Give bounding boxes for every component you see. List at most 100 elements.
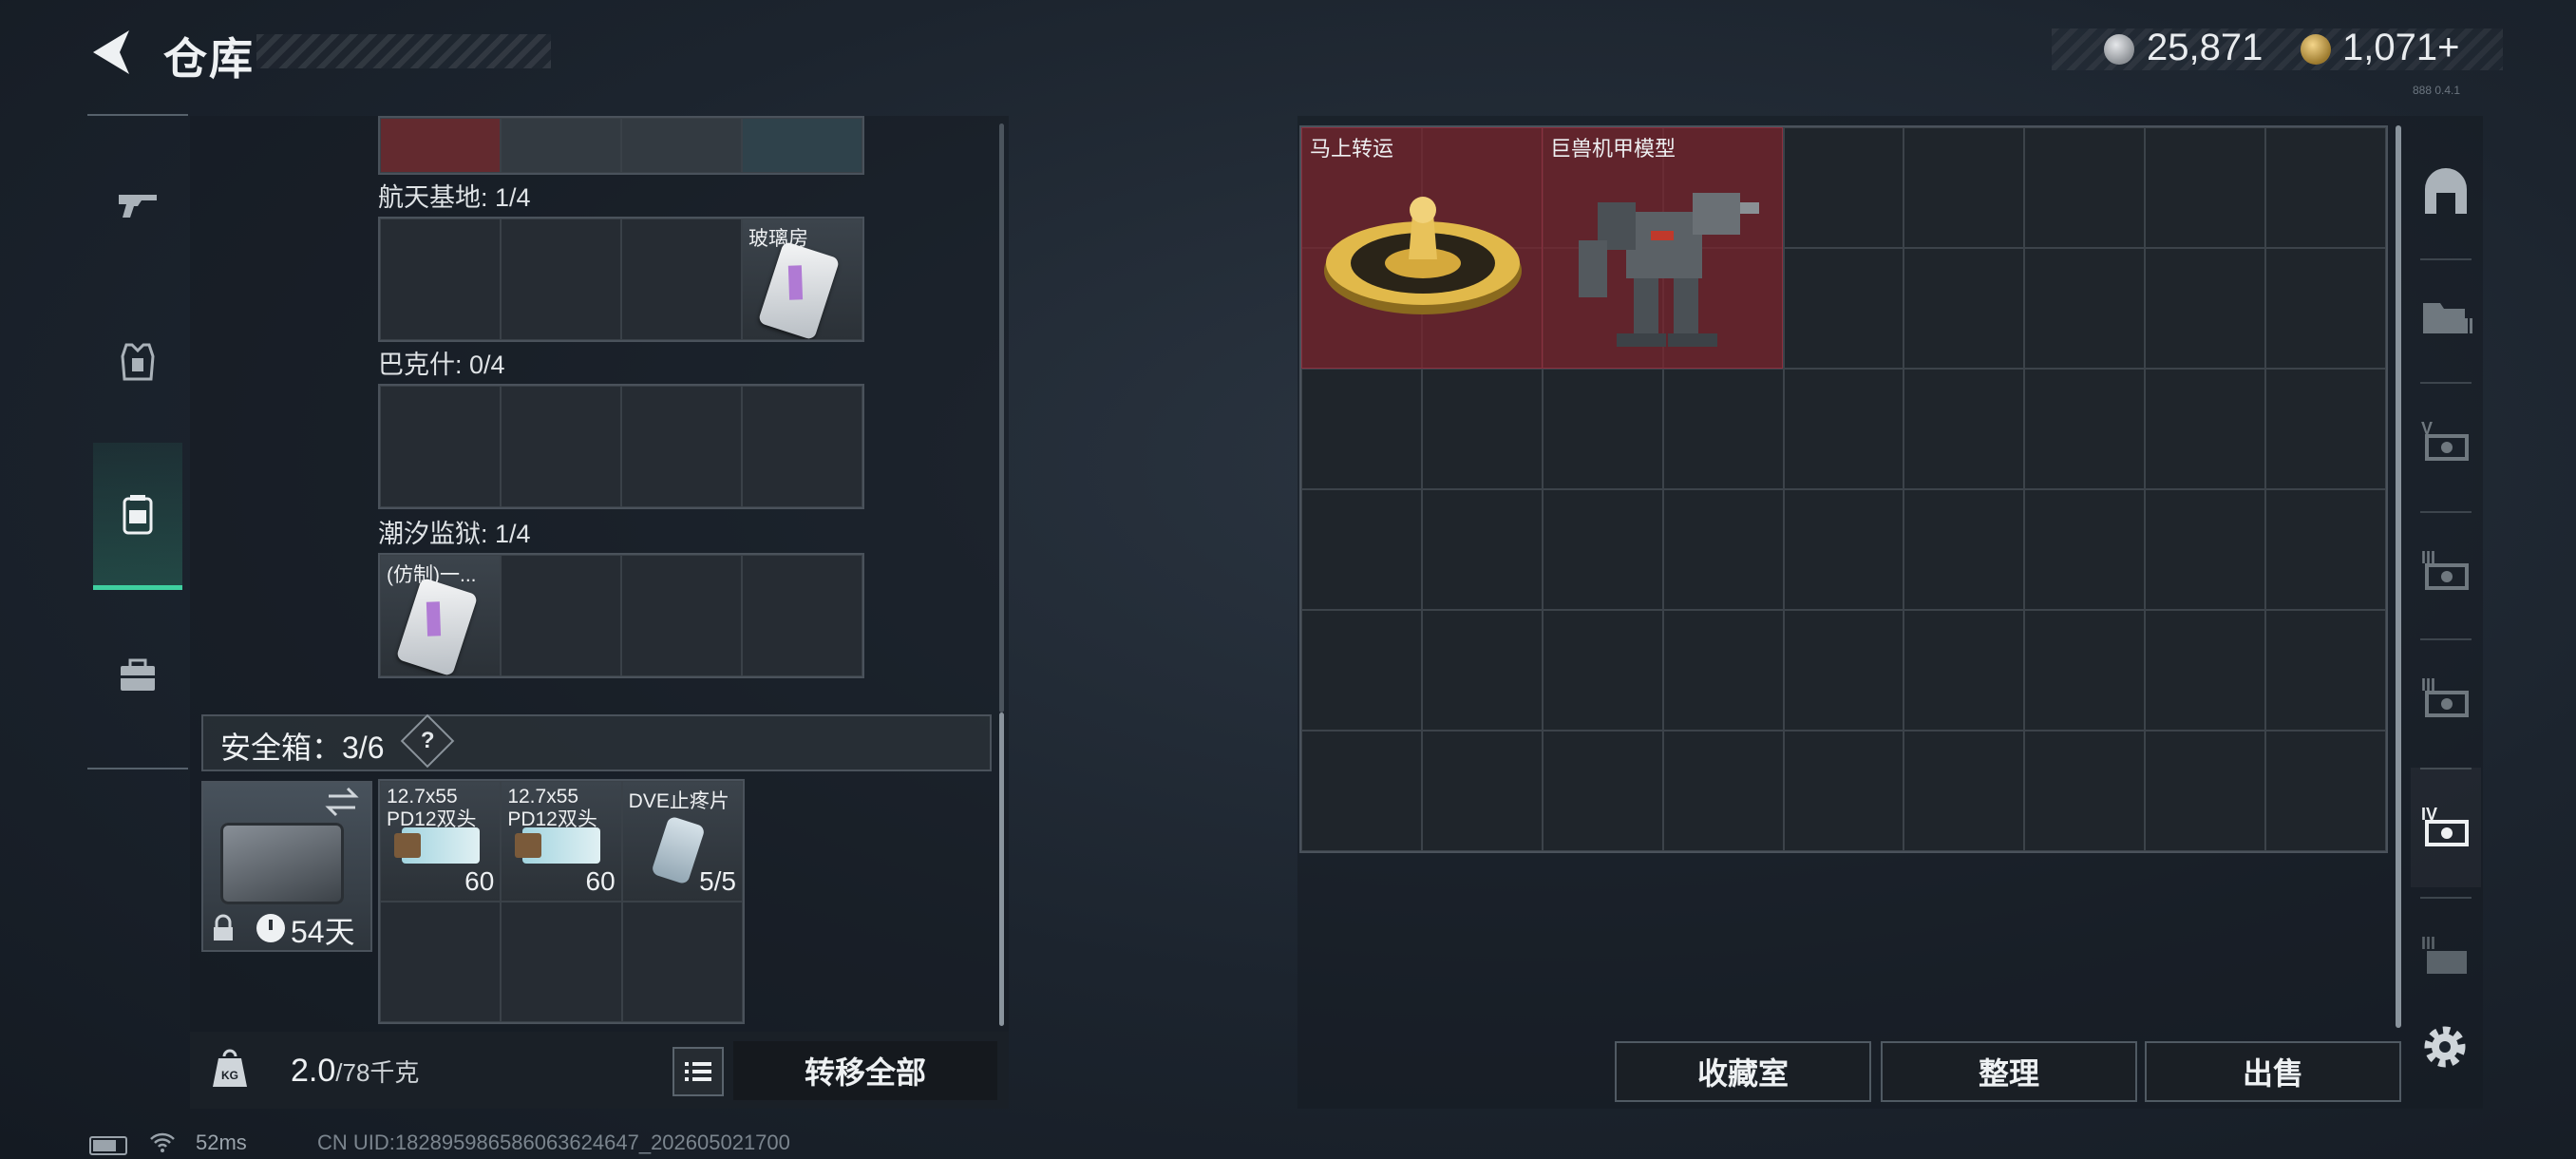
stash-scrollbar[interactable] <box>2396 125 2401 1028</box>
grid-cell[interactable] <box>380 386 501 507</box>
stash-grid-cell[interactable] <box>2265 731 2386 851</box>
stash-grid-cell[interactable] <box>1301 369 1422 489</box>
grid-cell[interactable] <box>742 118 862 173</box>
grid-cell[interactable] <box>621 902 743 1022</box>
stash-grid-cell[interactable] <box>1662 489 1784 610</box>
stash-grid-cell[interactable] <box>1783 248 1904 369</box>
nav-armor[interactable] <box>93 291 182 433</box>
nav-storage-4[interactable]: III <box>2411 638 2481 758</box>
stash-grid-cell[interactable] <box>1301 489 1422 610</box>
stash-grid-cell[interactable] <box>2145 248 2266 369</box>
stash-grid-cell[interactable] <box>1542 369 1663 489</box>
keycard-item[interactable]: 玻璃房 <box>742 218 862 340</box>
stash-grid-cell[interactable] <box>1783 731 1904 851</box>
stash-grid-cell[interactable] <box>1421 731 1543 851</box>
nav-storage-2[interactable]: V <box>2411 382 2481 502</box>
transfer-all-button[interactable]: 转移全部 <box>733 1041 997 1100</box>
stash-grid-cell[interactable] <box>1783 610 1904 731</box>
grid-cell[interactable] <box>501 386 621 507</box>
stash-grid-cell[interactable] <box>1904 489 2025 610</box>
collection-button[interactable]: 收藏室 <box>1615 1041 1871 1102</box>
grid-cell[interactable] <box>501 118 621 173</box>
nav-storage-6[interactable]: III <box>2411 897 2481 1016</box>
grid-cell[interactable] <box>501 218 621 340</box>
grid-cell[interactable] <box>380 118 501 173</box>
stash-grid-cell[interactable] <box>2024 489 2146 610</box>
gold-amount[interactable]: 1,071+ <box>2342 27 2459 69</box>
stash-grid-cell[interactable] <box>2024 127 2146 248</box>
stash-grid-cell[interactable] <box>2265 369 2386 489</box>
stash-grid-cell[interactable] <box>2024 610 2146 731</box>
stash-grid-cell[interactable] <box>1301 610 1422 731</box>
stash-grid-cell[interactable] <box>1662 731 1784 851</box>
grid-cell[interactable] <box>380 218 501 340</box>
stash-grid-cell[interactable] <box>1783 489 1904 610</box>
stash-grid-cell[interactable] <box>1904 369 2025 489</box>
stash-grid-cell[interactable] <box>2265 127 2386 248</box>
stash-grid-cell[interactable] <box>1421 369 1543 489</box>
stash-grid-cell[interactable] <box>1542 489 1663 610</box>
grid-cell[interactable] <box>742 386 862 507</box>
stash-grid-cell[interactable] <box>2265 610 2386 731</box>
ammo-item[interactable]: 12.7x55 PD12双头 60 <box>380 781 502 902</box>
stash-grid-cell[interactable] <box>2265 489 2386 610</box>
stash-grid-cell[interactable] <box>1662 610 1784 731</box>
stash-grid-cell[interactable] <box>1421 489 1543 610</box>
stash-grid-cell[interactable] <box>2024 731 2146 851</box>
nav-storage-3[interactable]: III <box>2411 511 2481 631</box>
grid-cell[interactable] <box>621 555 742 676</box>
container-scrollbar-track[interactable] <box>999 124 1004 712</box>
stash-grid-cell[interactable] <box>1421 610 1543 731</box>
back-button[interactable] <box>85 27 137 78</box>
item-name: 12.7x55 PD12双头 <box>507 786 597 830</box>
weight-icon: KG <box>211 1045 249 1091</box>
stash-grid-cell[interactable] <box>1542 731 1663 851</box>
medicine-item[interactable]: DVE止疼片 5/5 <box>621 781 743 902</box>
nav-storage-5[interactable]: IV <box>2411 768 2481 887</box>
stash-grid-cell[interactable] <box>1542 610 1663 731</box>
vault-icon <box>2425 168 2467 214</box>
list-button[interactable] <box>672 1047 724 1096</box>
stash-grid-cell[interactable] <box>1904 731 2025 851</box>
ammo-item[interactable]: 12.7x55 PD12双头 60 <box>501 781 622 902</box>
stash-grid-cell[interactable] <box>1783 127 1904 248</box>
stash-grid-cell[interactable] <box>2145 610 2266 731</box>
stash-grid-cell[interactable] <box>1662 369 1784 489</box>
stash-grid-cell[interactable] <box>2265 248 2386 369</box>
lucky-medal-icon <box>1324 197 1522 314</box>
stash-grid-cell[interactable] <box>2024 369 2146 489</box>
grid-cell[interactable] <box>621 218 742 340</box>
stash-grid-cell[interactable] <box>2145 127 2266 248</box>
stash-grid-cell[interactable] <box>1904 248 2025 369</box>
crate-v-icon: V <box>2421 419 2469 461</box>
grid-cell[interactable] <box>621 386 742 507</box>
container-scrollbar-thumb[interactable] <box>999 712 1004 1026</box>
stash-grid-cell[interactable] <box>2024 248 2146 369</box>
nav-vault[interactable] <box>2411 133 2481 253</box>
stash-grid-cell[interactable] <box>1783 369 1904 489</box>
stash-grid-cell[interactable] <box>1904 610 2025 731</box>
stash-grid-cell[interactable] <box>1301 731 1422 851</box>
nav-backpack[interactable] <box>93 443 182 590</box>
stash-grid-cell[interactable] <box>2145 369 2266 489</box>
grid-cell[interactable] <box>380 902 502 1022</box>
crate-iv-icon: IV <box>2421 805 2469 846</box>
swap-icon[interactable] <box>323 785 361 819</box>
stash-grid-cell[interactable] <box>1904 127 2025 248</box>
ammo-icon <box>394 827 480 864</box>
stash-grid-cell[interactable] <box>2145 731 2266 851</box>
stash-item-mech[interactable]: 巨兽机甲模型 <box>1542 127 1783 369</box>
sell-button[interactable]: 出售 <box>2145 1041 2401 1102</box>
nav-weapon[interactable] <box>93 133 182 276</box>
grid-cell[interactable] <box>742 555 862 676</box>
nav-storage-1[interactable] <box>2411 258 2481 378</box>
grid-cell[interactable] <box>501 555 621 676</box>
nav-case[interactable] <box>93 604 182 747</box>
keycard-item[interactable]: (仿制)一... <box>380 555 501 676</box>
organize-button[interactable]: 整理 <box>1881 1041 2137 1102</box>
stash-grid-cell[interactable] <box>2145 489 2266 610</box>
settings-button[interactable] <box>2418 1020 2472 1074</box>
grid-cell[interactable] <box>501 902 622 1022</box>
grid-cell[interactable] <box>621 118 742 173</box>
stash-item-lucky[interactable]: 马上转运 <box>1301 127 1543 369</box>
